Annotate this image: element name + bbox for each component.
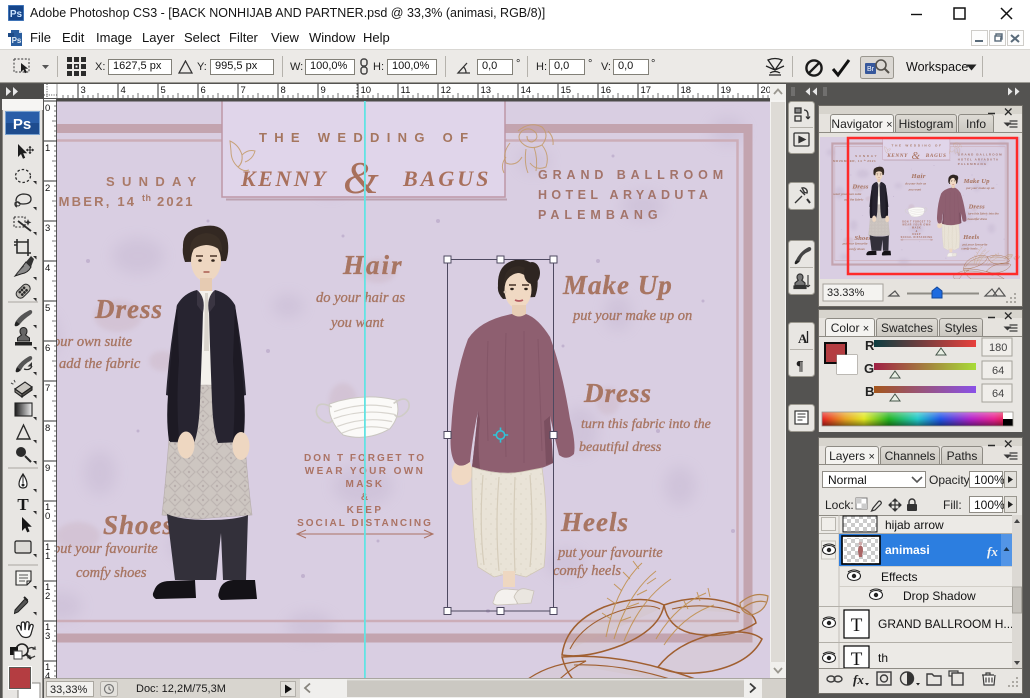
svg-text:3: 3 [45,223,50,234]
svg-text:64: 64 [992,388,1004,400]
svg-text:T: T [851,649,863,668]
svg-text:5: 5 [161,85,166,96]
svg-text:Effects: Effects [881,570,917,584]
svg-text:8: 8 [281,85,286,96]
svg-text:4: 4 [121,85,126,96]
svg-text:2: 2 [45,591,50,602]
svg-text:6: 6 [201,85,206,96]
svg-text:Drop Shadow: Drop Shadow [903,589,976,603]
svg-text:th: th [878,651,888,665]
svg-text:2: 2 [45,183,50,194]
svg-text:3: 3 [45,631,50,642]
svg-text:18: 18 [681,85,692,96]
svg-text:fx: fx [987,544,998,559]
svg-text:GRAND BALLROOM H...: GRAND BALLROOM H... [878,617,1013,631]
svg-text:9: 9 [321,85,326,96]
svg-text:7: 7 [241,85,246,96]
svg-text:animasi: animasi [885,543,930,557]
svg-text:20: 20 [761,85,771,96]
svg-text:17: 17 [641,85,652,96]
svg-text:11: 11 [401,85,411,96]
svg-text:10: 10 [361,85,372,96]
svg-text:19: 19 [721,85,732,96]
svg-text:fx: fx [853,672,864,687]
svg-text:180: 180 [989,342,1007,354]
svg-text:9: 9 [45,463,50,474]
svg-text:T: T [17,495,29,514]
svg-text:12: 12 [441,85,452,96]
svg-text:Ps: Ps [12,36,22,45]
svg-text:Br: Br [867,66,875,73]
svg-text:4: 4 [45,263,50,274]
svg-text:R: R [865,338,875,353]
svg-text:4: 4 [45,671,50,678]
svg-text:Ps: Ps [13,116,31,133]
svg-text:7: 7 [45,383,50,394]
svg-text:0: 0 [45,103,50,114]
svg-text:Ps: Ps [10,9,23,20]
svg-text:hijab arrow: hijab arrow [885,518,944,532]
svg-text:13: 13 [481,85,492,96]
svg-text:64: 64 [992,365,1004,377]
svg-text:3: 3 [81,85,86,96]
svg-text:8: 8 [45,423,50,434]
svg-text:0: 0 [45,511,50,522]
svg-text:1: 1 [45,143,50,154]
svg-text:G: G [864,361,874,376]
svg-text:14: 14 [521,85,532,96]
svg-text:6: 6 [45,343,50,354]
svg-text:1: 1 [45,551,50,562]
svg-text:T: T [851,615,863,636]
svg-text:A: A [798,331,808,346]
svg-text:B: B [865,384,874,399]
svg-text:16: 16 [601,85,612,96]
svg-text:33.33%: 33.33% [827,287,865,299]
svg-text:15: 15 [561,85,572,96]
svg-text:5: 5 [45,303,50,314]
svg-text:¶: ¶ [796,359,804,374]
